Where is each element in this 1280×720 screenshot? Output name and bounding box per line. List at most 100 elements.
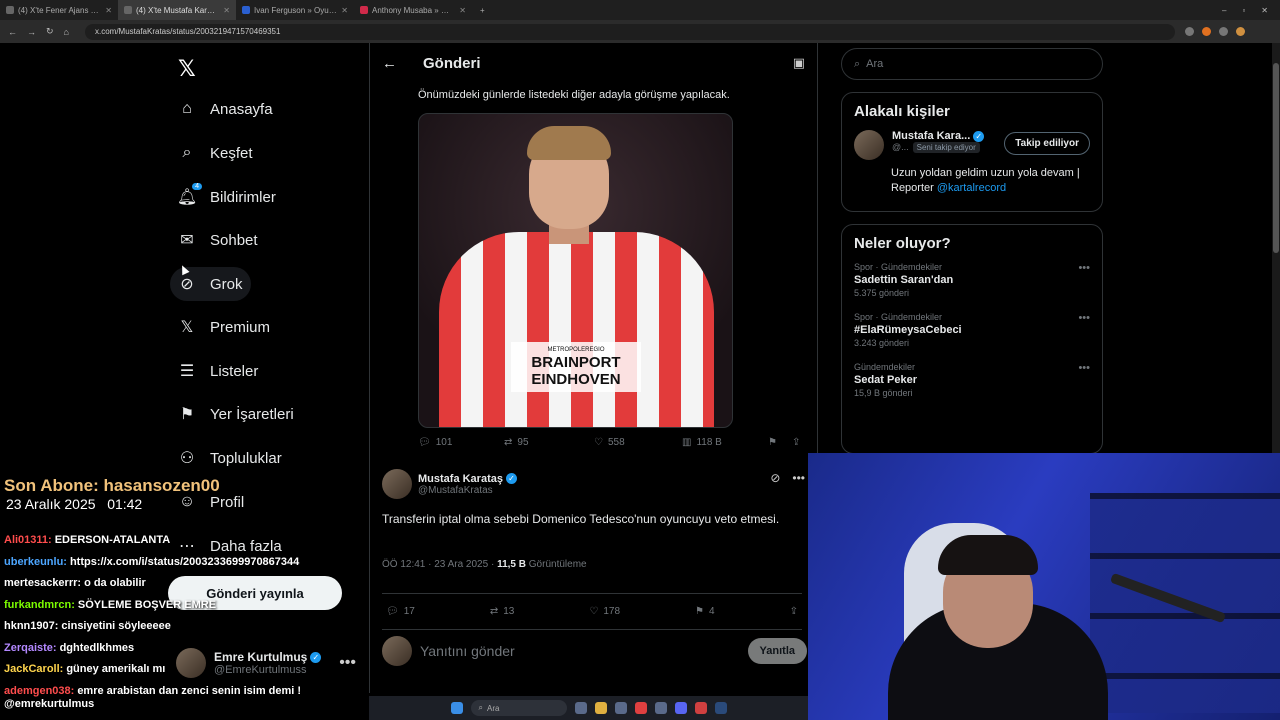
folder-icon[interactable] [594, 702, 607, 714]
like-action[interactable]: ♡ 178 [589, 606, 620, 617]
search-input[interactable]: ⌕ Ara [841, 48, 1103, 80]
share-action[interactable]: ⇪ [792, 437, 800, 448]
back-icon[interactable]: ← [8, 27, 17, 37]
browser-tab-1[interactable]: (4) X'te Mustafa Karataş: "Trans...✕ [118, 0, 236, 20]
views-action[interactable]: ▥ 118 B [682, 437, 768, 448]
chat-message: uberkeunlu: https://x.com/i/status/200323… [4, 555, 300, 568]
windows-start-icon[interactable] [450, 702, 463, 714]
app-icon[interactable] [694, 702, 707, 714]
more-icon[interactable]: ••• [792, 471, 805, 485]
nav-bookmarks[interactable]: ⚑ Yer İşaretleri [170, 397, 302, 431]
reload-icon[interactable]: ↻ [46, 26, 54, 37]
verified-icon: ✓ [973, 130, 985, 142]
related-person[interactable]: Mustafa Kara... ✓ @... Seni takip ediyor T… [854, 130, 1090, 160]
bookmark-action[interactable]: ⚑ 4 [695, 606, 715, 617]
share-action[interactable]: ⇪ [790, 606, 798, 617]
tweet-menu: ⊘ ••• [770, 471, 805, 485]
site-favicon-icon [242, 6, 250, 14]
home-icon: ⌂ [182, 100, 192, 117]
app-icon[interactable] [614, 702, 627, 714]
bookmark-icon: ⚑ [179, 406, 195, 423]
bio-link[interactable]: @kartalrecord [937, 182, 1006, 194]
maximize-icon[interactable]: ▫ [1242, 6, 1245, 15]
extension-icon[interactable] [1184, 27, 1194, 36]
trend-item[interactable]: Spor · Gündemdekiler #ElaRümeysaCebeci 3… [854, 312, 1090, 348]
extension-icon[interactable] [1201, 27, 1211, 36]
minimize-icon[interactable]: – [1222, 6, 1226, 15]
close-tab-icon[interactable]: ✕ [459, 6, 466, 15]
stream-datetime: 23 Aralık 2025 01:42 [6, 496, 143, 512]
follows-you-badge: Seni takip ediyor [912, 142, 980, 153]
trends-card: Neler oluyor? Spor · Gündemdekiler Sadet… [841, 224, 1103, 454]
taskbar: ⌕ Ara [369, 696, 808, 720]
search-icon: ⌕ [478, 703, 483, 712]
like-action[interactable]: ♡ 558 [594, 437, 682, 448]
reply-composer: Yanıtını gönder Yanıtla [370, 631, 819, 671]
x-favicon-icon [6, 6, 14, 14]
reader-mode-icon[interactable]: ▣ [793, 55, 805, 71]
discord-icon[interactable] [674, 702, 687, 714]
more-icon[interactable]: ••• [1078, 362, 1090, 374]
url-input[interactable]: x.com/MustafaKratas/status/2003219471570… [84, 23, 1175, 40]
repost-action[interactable]: ⇄ 13 [490, 606, 515, 617]
chat-message: mertesackerrr: o da olabilir [4, 577, 146, 589]
repost-action[interactable]: ⇄ 95 [504, 437, 594, 448]
nav-lists[interactable]: ☰ Listeler [170, 354, 266, 388]
home-browser-icon[interactable]: ⌂ [64, 27, 69, 37]
reply-action[interactable]: 💬︎ 101 [418, 437, 504, 448]
trend-item[interactable]: Gündemdekiler Sedat Peker 15,9 B gönderi… [854, 362, 1090, 398]
views-icon: ▥ [682, 437, 692, 448]
chat-messages: Ali01311: EDERSON-ATALANTA uberkeunlu: htt… [4, 530, 364, 702]
app-icon[interactable] [654, 702, 667, 714]
taskbar-search[interactable]: ⌕ Ara [470, 700, 567, 716]
stream-chat-overlay: Son Abone: hasansozen00 23 Aralık 2025 0… [0, 470, 370, 720]
chat-message: Zerqaiste: dghtedlkhmes [4, 641, 135, 654]
browser-tab-0[interactable]: (4) X'te Fener Ajans ne: "SON D...✕ [0, 0, 118, 20]
close-tab-icon[interactable]: ✕ [105, 6, 112, 15]
bookmark-action[interactable]: ⚑ [768, 437, 792, 448]
profile-avatar-icon[interactable] [1235, 27, 1245, 36]
grok-icon[interactable]: ⊘ [770, 471, 780, 485]
notification-badge: 4 [192, 183, 202, 190]
scrollbar-thumb[interactable] [1273, 63, 1279, 253]
verified-icon: ✓ [505, 473, 517, 485]
forward-icon[interactable]: → [27, 27, 36, 37]
close-tab-icon[interactable]: ✕ [223, 6, 230, 15]
nav-explore[interactable]: ⌕ Keşfet [170, 136, 261, 170]
close-tab-icon[interactable]: ✕ [341, 6, 348, 15]
browser-tab-2[interactable]: Ivan Ferguson » Oyuncu profil...✕ [236, 0, 354, 20]
trend-item[interactable]: Spor · Gündemdekiler Sadettin Saran'dan … [854, 262, 1090, 298]
back-arrow-icon[interactable]: ← [382, 55, 397, 72]
reply-button[interactable]: Yanıtla [747, 638, 807, 664]
reply-action[interactable]: 💬︎ 17 [386, 606, 415, 617]
related-people-card: Alakalı kişiler Mustafa Kara... ✓ @... Sen… [841, 92, 1103, 212]
app-icon[interactable] [574, 702, 587, 714]
bell-icon: 🔔︎ 4 [177, 183, 202, 206]
heart-icon: ♡ [589, 606, 599, 617]
tweet-author[interactable]: Mustafa Karataş ✓ @MustafaKratas [382, 469, 517, 499]
chat-message: Ali01311: EDERSON-ATALANTA [4, 534, 171, 546]
chat-message: furkandmrcn: SÖYLEME BOŞVER EMRE [4, 598, 217, 611]
nav-home[interactable]: ⌂ Anasayfa [170, 92, 281, 126]
more-icon[interactable]: ••• [1078, 312, 1090, 324]
nav-premium[interactable]: 𝕏 Premium [170, 310, 278, 344]
x-logo-icon[interactable]: 𝕏 [178, 56, 196, 82]
more-icon[interactable]: ••• [1078, 262, 1090, 274]
card-title: Alakalı kişiler [854, 103, 950, 120]
share-icon: ⇪ [789, 606, 798, 617]
new-tab-icon[interactable]: + [472, 6, 493, 15]
page-title: Gönderi [423, 54, 481, 72]
nav-chat[interactable]: ✉ Sohbet [170, 223, 266, 257]
following-button[interactable]: Takip ediliyor [1004, 132, 1090, 155]
x-favicon-icon [124, 6, 132, 14]
steam-icon[interactable] [714, 702, 727, 714]
nav-notifications[interactable]: 🔔︎ 4 Bildirimler [170, 180, 284, 214]
tweet-image[interactable]: METROPOLEREGIO BRAINPORT EINDHOVEN [418, 113, 733, 428]
chrome-icon[interactable] [634, 702, 647, 714]
extension-icon[interactable] [1218, 27, 1228, 36]
avatar [382, 469, 412, 499]
reply-input[interactable]: Yanıtını gönder [420, 643, 515, 659]
chat-message: hknn1907: cinsiyetini söyleeeee [4, 620, 171, 632]
browser-tab-3[interactable]: Anthony Musaba » Welcome I...✕ [354, 0, 472, 20]
close-window-icon[interactable]: ✕ [1261, 6, 1268, 15]
